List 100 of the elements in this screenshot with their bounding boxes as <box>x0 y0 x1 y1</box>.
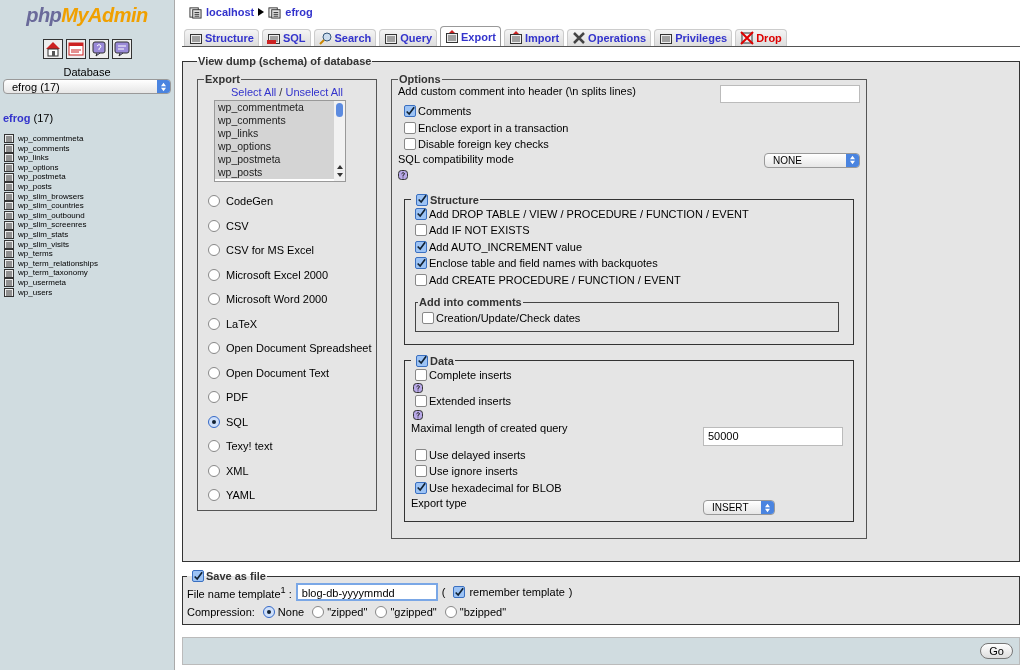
radio-button[interactable] <box>208 440 220 453</box>
help-icon[interactable] <box>88 39 109 59</box>
radio-button[interactable] <box>208 489 220 502</box>
radio-button[interactable] <box>208 366 220 379</box>
list-item[interactable]: wp_links <box>215 127 334 140</box>
table-link[interactable]: wp_options <box>18 162 59 173</box>
checkbox[interactable] <box>415 368 427 381</box>
table-icon[interactable] <box>4 172 14 182</box>
select-all-link[interactable]: Select All <box>231 86 277 98</box>
tab[interactable]: Operations <box>567 29 652 46</box>
table-link[interactable]: wp_term_relationships <box>18 258 99 269</box>
checkbox[interactable] <box>453 586 466 598</box>
home-icon[interactable] <box>42 39 63 59</box>
tab[interactable]: Search <box>313 29 377 46</box>
database-select[interactable]: efrog (17) <box>3 79 171 94</box>
max-length-field[interactable]: 50000 <box>703 426 843 446</box>
file-name-field[interactable]: blog-db-yyyymmdd <box>295 583 438 601</box>
radio-button[interactable] <box>262 606 275 618</box>
checkbox[interactable] <box>192 570 204 582</box>
help-icon[interactable] <box>413 409 423 420</box>
stepper-icon[interactable] <box>157 80 170 93</box>
help-icon[interactable] <box>398 169 408 180</box>
radio-button[interactable] <box>208 195 220 208</box>
table-link[interactable]: wp_comments <box>18 143 70 154</box>
logo[interactable]: phpMyAdmin <box>26 4 148 27</box>
checkbox[interactable] <box>422 312 434 325</box>
table-link[interactable]: wp_terms <box>18 249 53 259</box>
tab[interactable]: Structure <box>184 29 259 46</box>
table-link[interactable]: wp_users <box>18 287 53 298</box>
table-link[interactable]: wp_slim_browsers <box>18 191 84 202</box>
stepper-icon[interactable] <box>761 501 774 514</box>
checkbox[interactable] <box>404 121 416 134</box>
table-link[interactable]: wp_slim_visits <box>18 239 70 250</box>
tab[interactable]: Query <box>379 29 438 46</box>
database-link[interactable]: efrog <box>3 112 31 124</box>
table-link[interactable]: wp_term_taxonomy <box>18 268 88 278</box>
list-item[interactable]: wp_postmeta <box>215 153 334 166</box>
checkbox[interactable] <box>415 395 427 408</box>
table-link[interactable]: wp_postmeta <box>18 172 66 182</box>
table-icon[interactable] <box>4 249 14 259</box>
scroll-thumb[interactable] <box>336 103 343 117</box>
tab[interactable]: SQL <box>261 29 311 46</box>
list-item[interactable]: wp_comments <box>215 114 334 127</box>
unselect-all-link[interactable]: Unselect All <box>285 86 343 98</box>
radio-button[interactable] <box>375 606 388 618</box>
radio-button[interactable] <box>208 415 220 428</box>
table-icon[interactable] <box>4 134 14 144</box>
radio-button[interactable] <box>208 391 220 404</box>
checkbox[interactable] <box>415 448 427 461</box>
table-icon[interactable] <box>4 230 14 240</box>
breadcrumb-link[interactable]: efrog <box>285 6 313 18</box>
table-icon[interactable] <box>4 201 14 211</box>
checkbox[interactable] <box>415 207 427 220</box>
table-icon[interactable] <box>4 191 14 201</box>
list-item[interactable]: wp_options <box>215 140 334 153</box>
radio-button[interactable] <box>208 268 220 281</box>
table-icon[interactable] <box>4 220 14 230</box>
compatibility-select[interactable]: NONE <box>764 152 860 168</box>
table-icon[interactable] <box>4 163 14 173</box>
table-link[interactable]: wp_slim_outbound <box>18 210 85 221</box>
table-icon[interactable] <box>4 211 14 221</box>
speech-bubble-icon[interactable] <box>111 39 132 59</box>
table-listbox[interactable]: wp_commentmeta wp_comments wp_links wp_options wp_postmeta wp_posts <box>214 100 346 182</box>
radio-button[interactable] <box>208 342 220 355</box>
checkbox[interactable] <box>415 465 427 478</box>
radio-button[interactable] <box>208 317 220 330</box>
export-type-select[interactable]: INSERT <box>703 500 775 515</box>
tab[interactable]: Export <box>440 26 501 46</box>
tab[interactable]: Privileges <box>654 29 733 46</box>
radio-button[interactable] <box>444 606 457 618</box>
stepper-icon[interactable] <box>846 153 859 167</box>
table-link[interactable]: wp_slim_stats <box>18 229 69 240</box>
table-link[interactable]: wp_slim_screenres <box>18 220 87 230</box>
table-icon[interactable] <box>4 268 14 278</box>
help-icon[interactable] <box>413 383 423 393</box>
checkbox[interactable] <box>415 224 427 237</box>
table-icon[interactable] <box>4 182 14 192</box>
tab[interactable]: Drop <box>735 29 787 46</box>
radio-button[interactable] <box>208 293 220 306</box>
table-link[interactable]: wp_links <box>18 153 49 163</box>
scrollbar[interactable] <box>334 101 345 181</box>
table-icon[interactable] <box>4 153 14 163</box>
table-link[interactable]: wp_posts <box>18 181 52 192</box>
radio-button[interactable] <box>208 244 220 257</box>
scroll-arrows-icon[interactable] <box>335 163 344 179</box>
table-link[interactable]: wp_slim_countries <box>18 201 84 211</box>
window-icon[interactable] <box>65 39 86 59</box>
checkbox[interactable] <box>416 193 428 206</box>
list-item[interactable]: wp_commentmeta <box>215 101 334 114</box>
checkbox[interactable] <box>404 138 416 151</box>
table-icon[interactable] <box>4 287 14 297</box>
go-button[interactable]: Go <box>980 643 1013 659</box>
checkbox[interactable] <box>416 354 428 367</box>
comment-field[interactable] <box>720 85 860 103</box>
radio-button[interactable] <box>312 606 325 618</box>
checkbox[interactable] <box>415 273 427 286</box>
table-icon[interactable] <box>4 143 14 153</box>
checkbox[interactable] <box>415 257 427 270</box>
tab[interactable]: Import <box>503 29 565 46</box>
list-item[interactable]: wp_posts <box>215 166 334 179</box>
